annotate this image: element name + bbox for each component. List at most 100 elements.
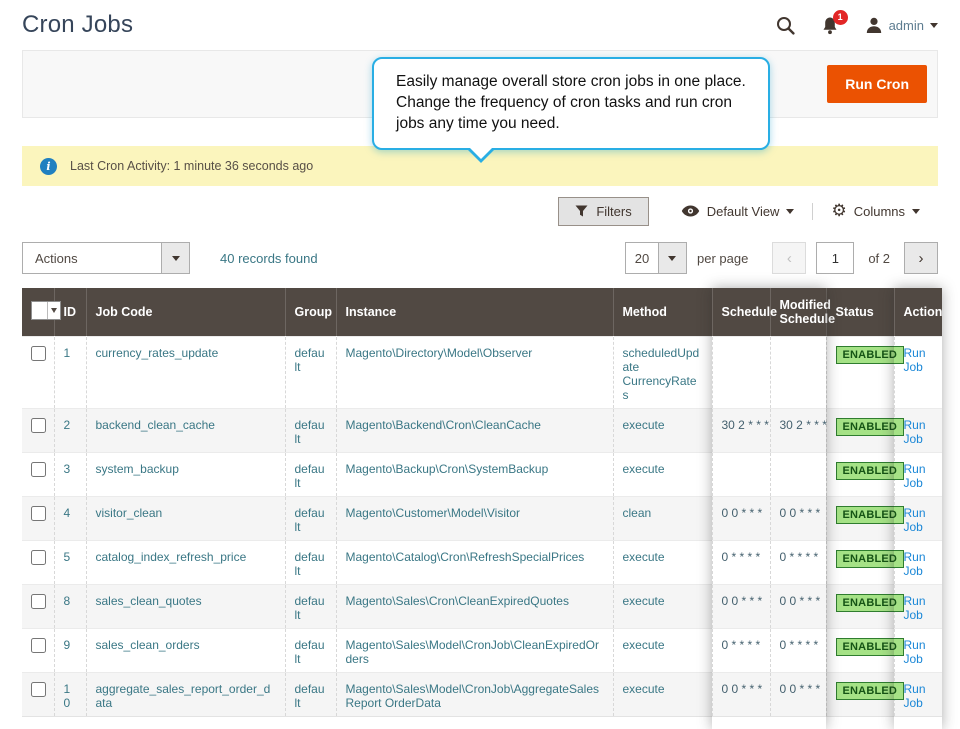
run-job-link[interactable]: Run Job (904, 550, 934, 578)
table-row: 1currency_rates_updatedefaultMagento\Dir… (22, 336, 942, 408)
row-checkbox[interactable] (31, 682, 46, 697)
column-header-action[interactable]: Action (894, 288, 942, 336)
cell-schedule (712, 452, 770, 496)
table-row: 9sales_clean_ordersdefaultMagento\Sales\… (22, 628, 942, 672)
cell-status: ENABLED (826, 336, 894, 408)
row-checkbox[interactable] (31, 594, 46, 609)
cell-schedule: 30 2 * * * (712, 408, 770, 452)
cell-modified-schedule: 0 0 * * * (770, 496, 826, 540)
cell-modified-schedule: 0 * * * * (770, 540, 826, 584)
cell-group: default (285, 452, 336, 496)
select-all-control[interactable] (31, 301, 61, 320)
cell-job-code: catalog_index_refresh_price (86, 540, 285, 584)
notifications-bell-icon[interactable]: 1 (821, 16, 839, 35)
page-header: Cron Jobs 1 admin (0, 0, 960, 50)
column-header-schedule[interactable]: Schedule (712, 288, 770, 336)
cell-schedule (712, 336, 770, 408)
cell-status: ENABLED (826, 408, 894, 452)
cell-schedule: 0 0 * * * (712, 584, 770, 628)
cell-id: 10 (54, 672, 86, 716)
run-job-link[interactable]: Run Job (904, 594, 934, 622)
status-badge: ENABLED (836, 506, 905, 524)
column-header-method[interactable]: Method (613, 288, 712, 336)
cell-method: execute (613, 628, 712, 672)
cell-status: ENABLED (826, 540, 894, 584)
cell-id: 8 (54, 584, 86, 628)
run-cron-button[interactable]: Run Cron (827, 65, 927, 103)
row-checkbox[interactable] (31, 346, 46, 361)
run-job-link[interactable]: Run Job (904, 462, 934, 490)
cell-modified-schedule (770, 336, 826, 408)
cell-group: default (285, 496, 336, 540)
cell-method: execute (613, 452, 712, 496)
status-badge: ENABLED (836, 418, 905, 436)
filters-button[interactable]: Filters (558, 197, 648, 226)
column-header-instance[interactable]: Instance (336, 288, 613, 336)
cell-job-code: currency_rates_update (86, 336, 285, 408)
cell-checkbox (22, 408, 54, 452)
cell-id: 2 (54, 408, 86, 452)
row-checkbox[interactable] (31, 506, 46, 521)
next-page-button[interactable]: › (904, 242, 938, 274)
info-icon: i (40, 158, 57, 175)
columns-selector[interactable]: ⚙ Columns (812, 203, 938, 220)
row-checkbox[interactable] (31, 638, 46, 653)
per-page-value: 20 (626, 243, 658, 273)
cell-method: execute (613, 584, 712, 628)
run-job-link[interactable]: Run Job (904, 638, 934, 666)
cell-checkbox (22, 452, 54, 496)
column-header-job-code[interactable]: Job Code (86, 288, 285, 336)
cell-method: clean (613, 496, 712, 540)
cell-modified-schedule: 0 * * * * (770, 628, 826, 672)
cell-group: default (285, 408, 336, 452)
cell-instance: Magento\Directory\Model\Observer (336, 336, 613, 408)
total-pages-label: of 2 (868, 251, 890, 266)
cell-id: 4 (54, 496, 86, 540)
search-icon[interactable] (776, 16, 795, 35)
notification-count-badge: 1 (833, 10, 848, 25)
run-job-link[interactable]: Run Job (904, 506, 934, 534)
tooltip-text: Easily manage overall store cron jobs in… (396, 71, 752, 134)
actions-dropdown[interactable]: Actions (22, 242, 190, 274)
cron-jobs-grid: ID Job Code Group Instance Method Schedu… (22, 288, 938, 717)
notice-text: Last Cron Activity: 1 minute 36 seconds … (70, 159, 313, 173)
row-checkbox[interactable] (31, 418, 46, 433)
actions-dropdown-label: Actions (23, 243, 161, 273)
row-checkbox[interactable] (31, 462, 46, 477)
cell-instance: Magento\Sales\Model\CronJob\CleanExpired… (336, 628, 613, 672)
cell-instance: Magento\Sales\Cron\CleanExpiredQuotes (336, 584, 613, 628)
cell-modified-schedule: 0 0 * * * (770, 584, 826, 628)
column-header-status[interactable]: Status (826, 288, 894, 336)
view-selector[interactable]: Default View (663, 204, 813, 219)
table-row: 2backend_clean_cachedefaultMagento\Backe… (22, 408, 942, 452)
cell-status: ENABLED (826, 452, 894, 496)
cell-checkbox (22, 628, 54, 672)
row-checkbox[interactable] (31, 550, 46, 565)
action-column-panel-footer (894, 717, 942, 729)
cell-job-code: backend_clean_cache (86, 408, 285, 452)
cell-checkbox (22, 672, 54, 716)
user-avatar-icon (865, 16, 883, 34)
cell-id: 3 (54, 452, 86, 496)
admin-menu[interactable]: admin (865, 16, 938, 34)
run-job-link[interactable]: Run Job (904, 418, 934, 446)
column-header-modified-schedule[interactable]: Modified Schedule (770, 288, 826, 336)
cell-status: ENABLED (826, 672, 894, 716)
per-page-dropdown[interactable]: 20 (625, 242, 687, 274)
cell-checkbox (22, 336, 54, 408)
column-header-group[interactable]: Group (285, 288, 336, 336)
chevron-down-icon (47, 302, 60, 319)
run-job-link[interactable]: Run Job (904, 346, 934, 374)
cell-method: scheduledUpdate CurrencyRates (613, 336, 712, 408)
chevron-down-icon (161, 243, 189, 273)
run-job-link[interactable]: Run Job (904, 682, 934, 710)
status-badge: ENABLED (836, 462, 905, 480)
view-selector-label: Default View (707, 204, 780, 219)
table-body: 1currency_rates_updatedefaultMagento\Dir… (22, 336, 942, 716)
page-title: Cron Jobs (22, 11, 133, 39)
chevron-down-icon (930, 23, 938, 28)
actions-pagination-row: Actions 40 records found 20 per page ‹ o… (22, 241, 938, 275)
page-number-input[interactable] (816, 242, 854, 274)
cell-id: 1 (54, 336, 86, 408)
status-badge: ENABLED (836, 550, 905, 568)
